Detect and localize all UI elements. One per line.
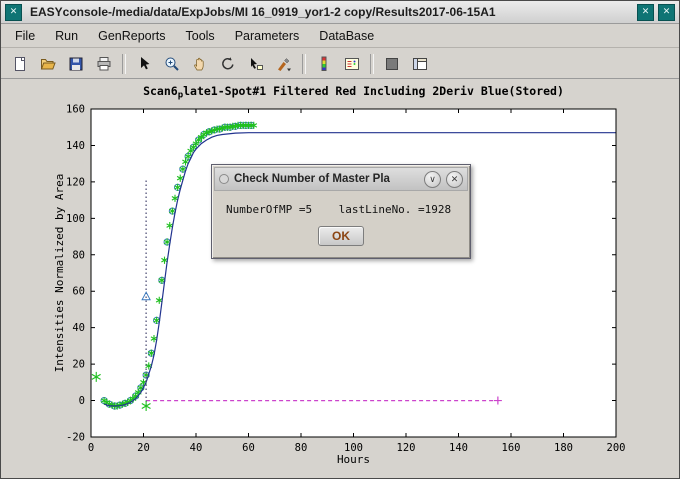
menu-run[interactable]: Run (45, 27, 88, 45)
window-close-button[interactable]: ✕ (658, 4, 675, 21)
data-cursor-icon (248, 56, 264, 72)
open-folder-icon (40, 56, 56, 72)
zoom-in-icon (164, 56, 180, 72)
dialog-close-button[interactable]: ✕ (446, 171, 463, 188)
toolbar-pan-hand-button[interactable] (187, 52, 213, 76)
figure-area: 020406080100120140160180200-200204060801… (1, 78, 680, 479)
insert-colorbar-icon (316, 56, 332, 72)
svg-text:140: 140 (66, 140, 85, 152)
menu-genreports[interactable]: GenReports (88, 27, 175, 45)
svg-text:140: 140 (449, 442, 468, 454)
chart-title: Scan6plate1-Spot#1 Filtered Red Includin… (143, 84, 564, 101)
figure-canvas: 020406080100120140160180200-200204060801… (1, 79, 680, 479)
dialog-title: Check Number of Master Pla (234, 173, 419, 185)
menu-parameters[interactable]: Parameters (225, 27, 310, 45)
toolbar-arrow-cursor-button[interactable] (131, 52, 157, 76)
toolbar-hide-plot-tools-button[interactable] (379, 52, 405, 76)
svg-text:160: 160 (502, 442, 521, 454)
toolbar-new-document-button[interactable] (7, 52, 33, 76)
svg-text:80: 80 (72, 249, 85, 261)
axes-background (91, 109, 616, 437)
rotate-3d-icon (220, 56, 236, 72)
toolbar-separator (122, 54, 126, 74)
svg-text:160: 160 (66, 104, 85, 116)
dialog-collapse-button[interactable]: ∨ (424, 171, 441, 188)
dialog-title-bar[interactable]: Check Number of Master Pla ∨ ✕ (214, 167, 468, 191)
toolbar-open-folder-button[interactable] (35, 52, 61, 76)
window-title: EASYconsole-/media/data/ExpJobs/MI 16_09… (26, 5, 633, 19)
pan-hand-icon (192, 56, 208, 72)
y-axis-label: Intensities Normalized by Area (53, 174, 66, 373)
svg-text:120: 120 (66, 176, 85, 188)
insert-legend-icon (344, 56, 360, 72)
toolbar-show-plot-tools-button[interactable] (407, 52, 433, 76)
new-document-icon (12, 56, 28, 72)
toolbar-insert-legend-button[interactable] (339, 52, 365, 76)
svg-text:180: 180 (554, 442, 573, 454)
window-menu-button[interactable]: ✕ (5, 4, 22, 21)
toolbar-separator (302, 54, 306, 74)
menu-bar: FileRunGenReportsToolsParametersDataBase (1, 24, 679, 48)
svg-text:200: 200 (607, 442, 626, 454)
svg-text:60: 60 (72, 286, 85, 298)
toolbar-save-button[interactable] (63, 52, 89, 76)
toolbar-zoom-in-button[interactable] (159, 52, 185, 76)
svg-text:-20: -20 (66, 432, 85, 444)
brush-dropdown-icon (276, 56, 292, 72)
toolbar-print-button[interactable] (91, 52, 117, 76)
svg-text:40: 40 (190, 442, 203, 454)
svg-text:120: 120 (397, 442, 416, 454)
x-axis-label: Hours (337, 453, 370, 466)
svg-text:100: 100 (66, 213, 85, 225)
svg-text:20: 20 (137, 442, 150, 454)
dialog-icon (219, 174, 229, 184)
svg-text:0: 0 (88, 442, 94, 454)
menu-tools[interactable]: Tools (176, 27, 225, 45)
toolbar-insert-colorbar-button[interactable] (311, 52, 337, 76)
toolbar-data-cursor-button[interactable] (243, 52, 269, 76)
toolbar-separator (370, 54, 374, 74)
svg-text:40: 40 (72, 322, 85, 334)
svg-text:0: 0 (79, 395, 85, 407)
dialog-check-number-of-master-plates[interactable]: Check Number of Master Pla ∨ ✕ NumberOfM… (211, 164, 471, 259)
show-plot-tools-icon (412, 56, 428, 72)
save-icon (68, 56, 84, 72)
arrow-cursor-icon (136, 56, 152, 72)
menu-database[interactable]: DataBase (309, 27, 384, 45)
ok-button[interactable]: OK (318, 226, 364, 246)
app-window: ✕ EASYconsole-/media/data/ExpJobs/MI 16_… (0, 0, 680, 479)
toolbar-brush-dropdown-button[interactable] (271, 52, 297, 76)
toolbar (1, 48, 679, 79)
dialog-message: NumberOfMP =5 lastLineNo. =1928 (226, 203, 470, 216)
window-maximize-button[interactable]: ✕ (637, 4, 654, 21)
svg-text:20: 20 (72, 359, 85, 371)
svg-text:80: 80 (295, 442, 308, 454)
hide-plot-tools-icon (384, 56, 400, 72)
menu-file[interactable]: File (5, 27, 45, 45)
title-bar[interactable]: ✕ EASYconsole-/media/data/ExpJobs/MI 16_… (1, 1, 679, 24)
toolbar-rotate-3d-button[interactable] (215, 52, 241, 76)
svg-text:60: 60 (242, 442, 255, 454)
print-icon (96, 56, 112, 72)
